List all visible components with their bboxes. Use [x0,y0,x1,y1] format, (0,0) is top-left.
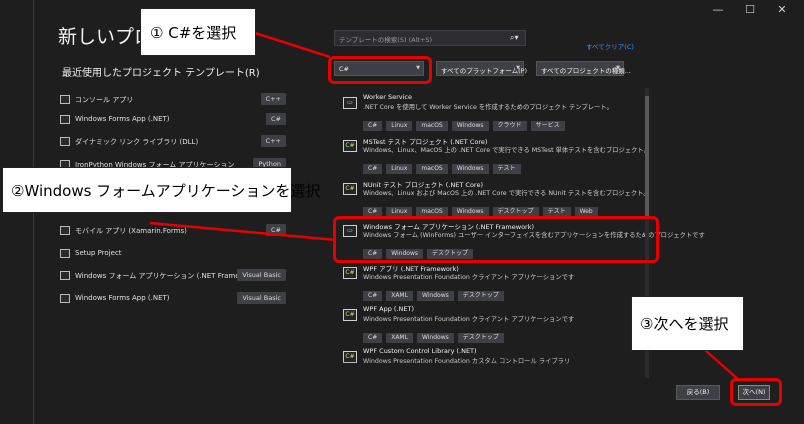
callout-step1: ① C#を選択 [140,8,256,56]
arrow-step1 [254,31,331,59]
arrow-step3 [704,349,741,382]
arrow-step2 [149,221,337,242]
callout-step2: ②Windows フォームアプリケーションを選択 [2,167,320,213]
callout-step3: ③次へを選択 [631,296,744,351]
